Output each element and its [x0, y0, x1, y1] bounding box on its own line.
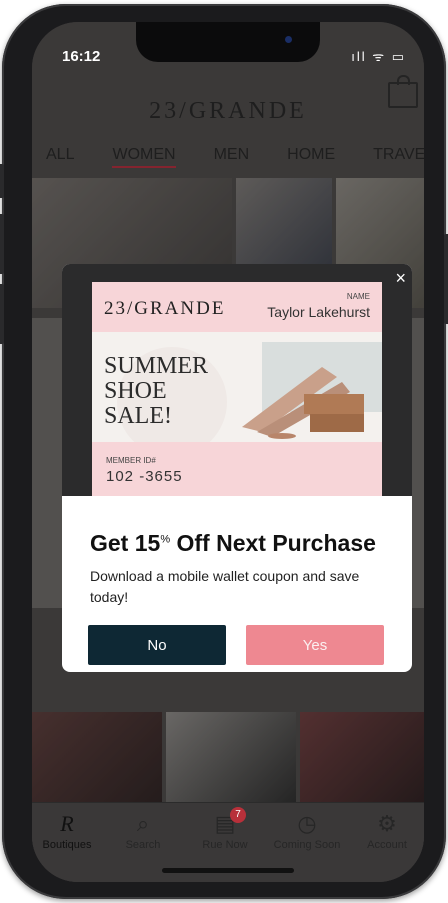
gear-icon: ⚙	[377, 811, 397, 836]
offer-headline: Get 15% Off Next Purchase	[90, 530, 376, 557]
card-holder-name: Taylor Lakehurst	[267, 304, 370, 320]
tab-label: Search	[125, 839, 161, 851]
clock-icon: ◷	[297, 811, 317, 836]
headline-part: Off Next Purchase	[170, 530, 376, 556]
tab-coming-soon[interactable]: ◷ Coming Soon	[272, 809, 342, 851]
headline-part: Get 15	[90, 530, 161, 556]
card-name-label: NAME	[346, 292, 370, 301]
offer-description: Download a mobile wallet coupon and save…	[90, 568, 360, 605]
tab-label: Boutiques	[42, 839, 92, 851]
no-button[interactable]: No	[88, 625, 226, 665]
status-time: 16:12	[62, 48, 101, 65]
card-logo: 23/GRANDE	[104, 298, 226, 319]
rue-logo-icon: R	[60, 811, 74, 836]
tab-account[interactable]: ⚙ Account	[352, 809, 422, 851]
sale-title: SUMMER SHOE SALE!	[104, 354, 234, 429]
search-icon: ⌕	[136, 811, 150, 836]
tab-label: Coming Soon	[273, 839, 341, 851]
tab-label: Rue Now	[202, 839, 248, 851]
sale-line: SALE!	[104, 403, 172, 429]
notch	[136, 22, 320, 62]
close-icon[interactable]: ×	[395, 268, 406, 289]
side-button	[444, 234, 448, 324]
tab-label: Account	[367, 839, 407, 851]
tab-rue-now[interactable]: ▤ 7 Rue Now	[190, 807, 260, 851]
side-button	[0, 164, 4, 198]
tab-search[interactable]: ⌕ Search	[108, 809, 178, 851]
wallet-coupon-card: 23/GRANDE NAME Taylor Lakehurst SUMMER S…	[92, 282, 382, 496]
yes-button[interactable]: Yes	[246, 625, 384, 665]
sale-line: SUMMER	[104, 353, 209, 379]
camera-dot	[285, 36, 292, 43]
sale-line: SHOE	[104, 378, 167, 404]
side-button	[0, 284, 4, 344]
member-id-label: MEMBER ID#	[106, 456, 156, 465]
status-icons: ıll ᯤ ▭	[351, 49, 406, 64]
coupon-modal: × 23/GRANDE NAME Taylor Lakehurst SUMMER…	[62, 264, 412, 672]
tab-boutiques[interactable]: R Boutiques	[32, 809, 102, 851]
notification-badge: 7	[230, 807, 246, 823]
percent-sign: %	[160, 533, 171, 546]
member-id: 102 -3655	[106, 468, 183, 485]
phone-frame: 23/GRANDE ALL WOMEN MEN HOME TRAVEL K × …	[0, 4, 448, 899]
home-indicator[interactable]	[162, 868, 294, 873]
screen: 23/GRANDE ALL WOMEN MEN HOME TRAVEL K × …	[32, 22, 424, 882]
side-button	[0, 214, 4, 274]
newspaper-icon: ▤	[214, 811, 236, 836]
card-banner: SUMMER SHOE SALE!	[92, 332, 382, 442]
